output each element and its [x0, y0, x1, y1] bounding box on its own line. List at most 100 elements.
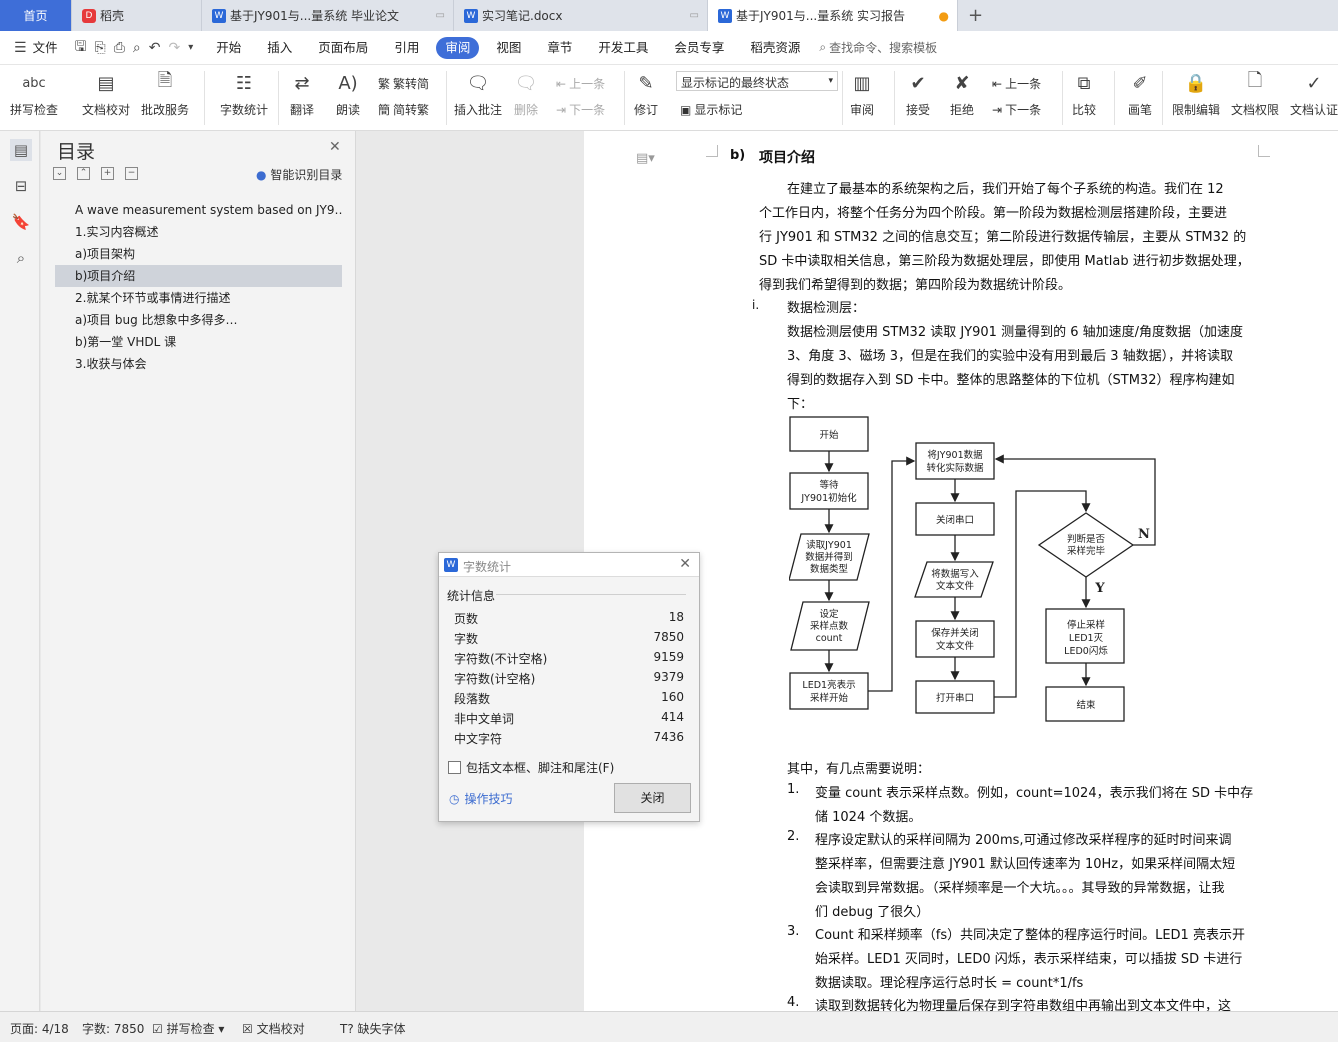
revise-icon: ✎ — [638, 72, 654, 94]
close-button[interactable]: 关闭 — [614, 783, 691, 813]
next-change-button[interactable]: ⇥ 下一条 — [992, 101, 1041, 118]
close-icon[interactable]: ✕ — [329, 139, 341, 155]
word-count-indicator[interactable]: 字数: 7850 — [82, 1020, 144, 1037]
toc-item[interactable]: 2.就某个环节或事情进行描述 — [55, 287, 342, 309]
print-icon[interactable]: ⎙ — [114, 40, 125, 56]
save-icon[interactable]: 🖫 — [75, 36, 87, 60]
add-heading-icon[interactable]: + — [101, 167, 114, 180]
preview-icon[interactable]: ⌕ — [133, 40, 141, 56]
tab-home[interactable]: 首页 — [0, 0, 72, 31]
comment-add-icon: 🗨 — [466, 72, 490, 94]
menu-reference[interactable]: 引用 — [381, 37, 432, 59]
flow-save-text: 文本文件 — [936, 640, 975, 652]
close-icon[interactable]: ✕ — [679, 556, 691, 572]
tips-link[interactable]: ◷ 操作技巧 — [449, 790, 513, 807]
spell-check-status[interactable]: ☑ 拼写检查 ▾ — [152, 1020, 224, 1037]
missing-font-label: 缺失字体 — [357, 1022, 406, 1036]
trad-to-simp-button[interactable]: 繁繁转简 — [378, 75, 429, 92]
paragraph-layout-icon[interactable]: ▤▾ — [636, 151, 655, 166]
page-indicator[interactable]: 页面: 4/18 — [10, 1020, 69, 1037]
tab-notes-label: 实习笔记.docx — [482, 9, 563, 23]
review-service-button[interactable]: 🗎 批改服务 — [141, 69, 189, 118]
collapse-all-icon[interactable]: ⌄ — [53, 167, 66, 180]
flow-write-text: 将数据写入 — [931, 568, 979, 580]
flow-set-text: 采样点数 — [810, 620, 849, 632]
tab-report[interactable]: W 基于JY901与...量系统 实习报告 ● — [708, 0, 958, 31]
menu-chapter[interactable]: 章节 — [534, 37, 585, 59]
menu-insert[interactable]: 插入 — [254, 37, 305, 59]
undo-icon[interactable]: ↶ — [149, 40, 161, 56]
reject-button[interactable]: ✘ 拒绝 — [948, 69, 976, 118]
remove-heading-icon[interactable]: − — [125, 167, 138, 180]
menu-layout[interactable]: 页面布局 — [305, 37, 381, 59]
expand-icon[interactable]: ⌃ — [77, 167, 90, 180]
doc-proof-button[interactable]: ▤ 文档校对 — [82, 69, 130, 118]
revise-button[interactable]: ✎ 修订 — [632, 69, 660, 118]
dialog-titlebar[interactable]: W 字数统计 ✕ — [439, 553, 699, 577]
next-comment-button[interactable]: ⇥ 下一条 — [556, 101, 605, 118]
translate-button[interactable]: ⇄ 翻译 — [288, 69, 316, 118]
menu-dev[interactable]: 开发工具 — [585, 37, 661, 59]
review-service-label: 批改服务 — [141, 103, 190, 117]
doc-permission-button[interactable]: 🗋 文档权限 — [1231, 69, 1279, 118]
chevron-down-icon: ▾ — [828, 76, 833, 86]
toc-item[interactable]: a)项目架构 — [55, 243, 342, 265]
read-aloud-button[interactable]: A) 朗读 — [334, 69, 362, 118]
word-count-button[interactable]: ☷ 字数统计 — [220, 69, 268, 118]
missing-font-status[interactable]: T? 缺失字体 — [340, 1020, 406, 1037]
toc-item[interactable]: b)第一堂 VHDL 课 — [55, 331, 342, 353]
insert-comment-button[interactable]: 🗨 插入批注 — [454, 69, 502, 118]
toc-item[interactable]: 1.实习内容概述 — [55, 221, 342, 243]
more-icon[interactable]: ▾ — [188, 42, 193, 53]
tab-docer[interactable]: D 稻壳 — [72, 0, 202, 31]
tab-thesis[interactable]: W 基于JY901与...量系统 毕业论文 ▭ — [202, 0, 454, 31]
toc-item[interactable]: 3.收获与体会 — [55, 353, 342, 375]
pen-button[interactable]: ✐ 画笔 — [1126, 69, 1154, 118]
separator — [1062, 71, 1063, 125]
menu-docer[interactable]: 稻壳资源 — [737, 37, 813, 59]
menu-review[interactable]: 审阅 — [436, 36, 480, 59]
next-change-label: 下一条 — [1005, 103, 1042, 117]
menu-home[interactable]: 开始 — [203, 37, 254, 59]
toc-panel-icon[interactable]: ▤ — [10, 139, 32, 161]
prev-change-button[interactable]: ⇤ 上一条 — [992, 75, 1041, 92]
bookmark-icon[interactable]: 🔖 — [10, 211, 32, 233]
chapter-nav-icon[interactable]: ⊟ — [10, 175, 32, 197]
markup-state-select[interactable]: 显示标记的最终状态 ▾ — [676, 71, 838, 91]
simp-to-trad-button[interactable]: 簡简转繁 — [378, 101, 429, 118]
find-icon[interactable]: ⌕ — [10, 247, 32, 269]
flow-read-text: 数据类型 — [810, 563, 849, 575]
program-flowchart: 开始 等待 JY901初始化 读取JY901 数据并得到 数据类型 设定 采样点… — [789, 416, 1156, 722]
stat-label: 字符数(不计空格) — [454, 652, 548, 666]
review-pane-button[interactable]: ▥ 审阅 — [848, 69, 876, 118]
menu-view[interactable]: 视图 — [483, 37, 534, 59]
ribbon-toolbar: abc 拼写检查 ▤ 文档校对 🗎 批改服务 ☷ 字数统计 ⇄ 翻译 A) 朗读 繁繁转简 … — [0, 65, 1338, 131]
export-icon[interactable]: ⎘ — [95, 40, 106, 56]
prev-comment-button[interactable]: ⇤ 上一条 — [556, 75, 605, 92]
doc-proof-status[interactable]: ☒ 文档校对 — [242, 1020, 305, 1037]
body-line: 会读取到异常数据。（采样频率是一个大坑。。。其导致的异常数据，让我 — [815, 881, 1225, 896]
new-tab-button[interactable]: + — [958, 0, 993, 31]
delete-comment-button[interactable]: 🗨 删除 — [512, 69, 540, 118]
smart-toc-button[interactable]: ● 智能识别目录 — [256, 166, 342, 183]
doc-cert-button[interactable]: ✓ 文档认证 — [1290, 69, 1338, 118]
compare-button[interactable]: ⧉ 比较 — [1070, 69, 1098, 118]
hamburger-icon[interactable]: ☰ — [14, 40, 27, 56]
toc-item[interactable]: A wave measurement system based on JY9… — [55, 199, 342, 221]
search-command[interactable]: ⌕ 查找命令、搜索模板 — [819, 39, 937, 56]
tab-notes[interactable]: W 实习笔记.docx ▭ — [454, 0, 708, 31]
menu-member[interactable]: 会员专享 — [661, 37, 737, 59]
toc-item-selected[interactable]: b)项目介绍 — [55, 265, 342, 287]
include-textbox-checkbox[interactable]: 包括文本框、脚注和尾注(F) — [448, 759, 614, 776]
accept-label: 接受 — [905, 103, 930, 117]
show-markup-button[interactable]: ▣ 显示标记 — [680, 101, 742, 118]
spell-check-button[interactable]: abc 拼写检查 — [10, 69, 58, 118]
accept-button[interactable]: ✔ 接受 — [904, 69, 932, 118]
flow-read-text: 读取JY901 — [806, 539, 852, 551]
redo-icon[interactable]: ↷ — [169, 40, 181, 56]
restrict-edit-button[interactable]: 🔒 限制编辑 — [1172, 69, 1220, 118]
toc-item[interactable]: a)项目 bug 比想象中多得多… — [55, 309, 342, 331]
simp-to-trad-label: 简转繁 — [393, 103, 430, 117]
menu-file[interactable]: 文件 — [31, 37, 71, 59]
word-doc-icon: W — [212, 8, 226, 23]
